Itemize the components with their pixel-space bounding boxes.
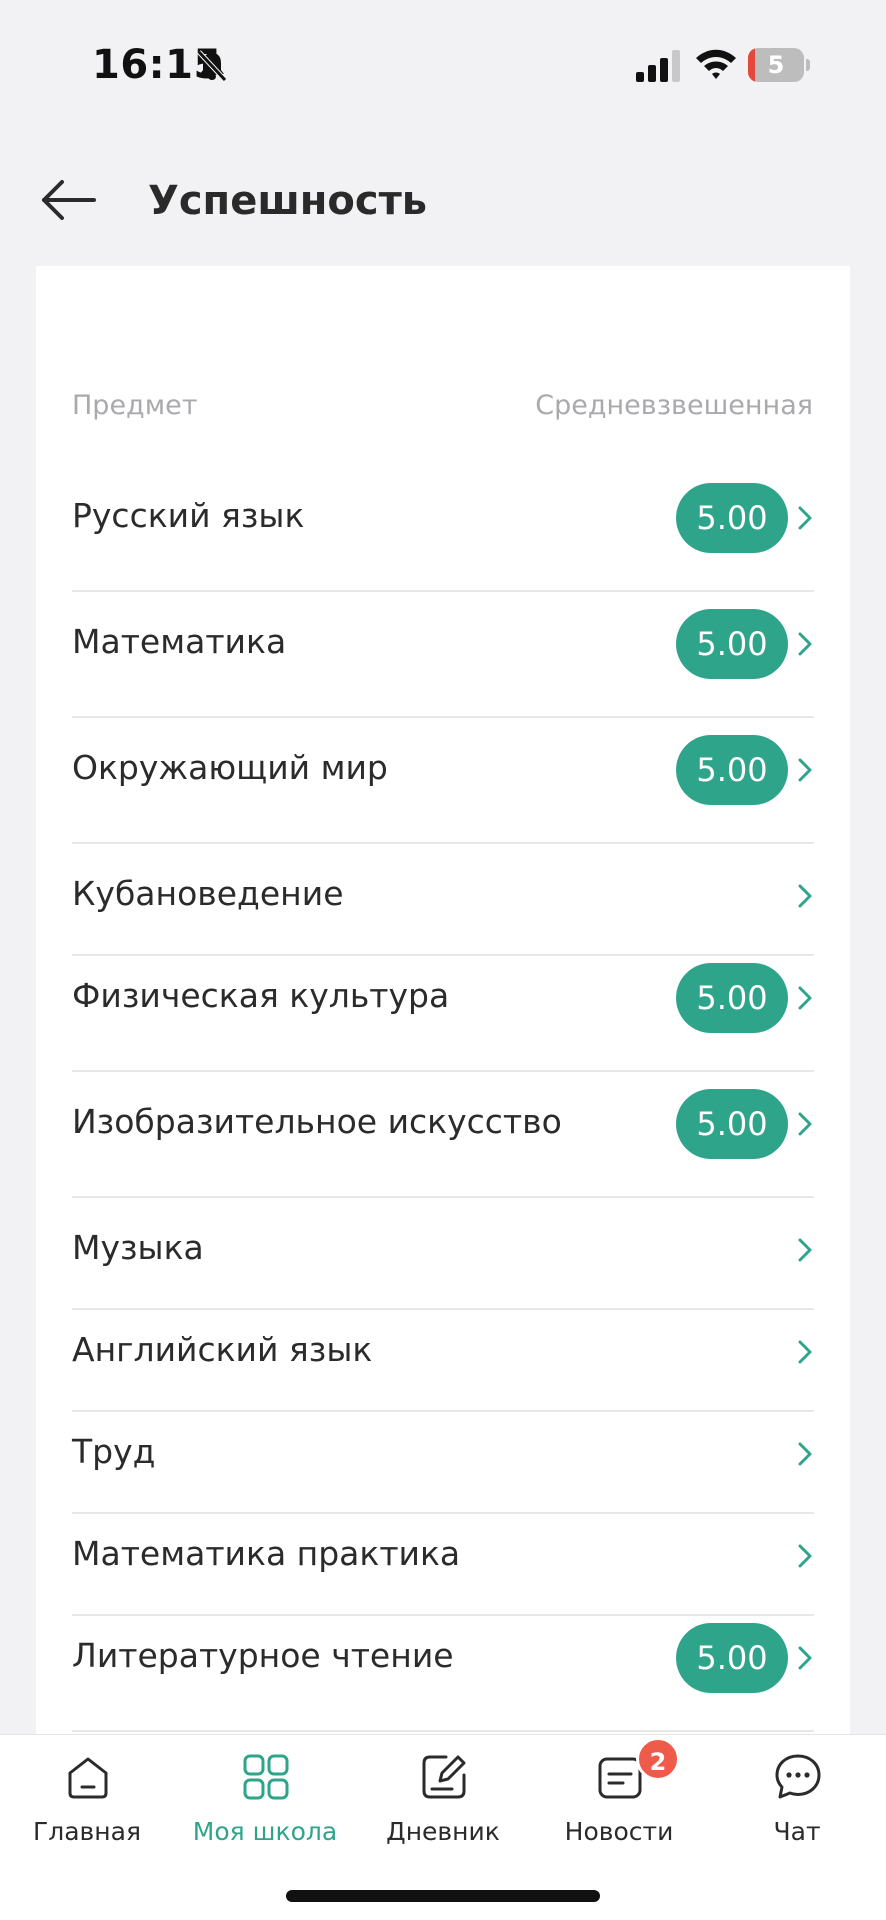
tab-label: Моя школа	[192, 1817, 338, 1846]
tab-home[interactable]: Главная	[2, 1735, 172, 1865]
home-indicator	[286, 1890, 600, 1902]
home-icon	[68, 1757, 108, 1799]
subject-name: Окружающий мир	[72, 748, 388, 787]
row-divider	[72, 1070, 814, 1072]
chevron-right-icon	[796, 631, 814, 657]
chevron-right-icon	[796, 1237, 814, 1263]
subject-name: Литературное чтение	[72, 1636, 454, 1675]
tab-diary[interactable]: Дневник	[358, 1735, 528, 1865]
row-divider	[72, 1730, 814, 1732]
subject-row[interactable]: Английский язык	[72, 1312, 814, 1412]
grade-badge: 5.00	[676, 963, 788, 1033]
subject-row[interactable]: Литературное чтение 5.00	[72, 1608, 814, 1732]
row-divider	[72, 842, 814, 844]
back-arrow-icon[interactable]	[38, 178, 98, 222]
column-average-header: Средневзвешенная	[535, 390, 813, 421]
chevron-right-icon	[796, 1111, 814, 1137]
grade-badge: 5.00	[676, 483, 788, 553]
tab-label: Главная	[33, 1817, 141, 1846]
subject-name: Физическая культура	[72, 976, 450, 1015]
row-divider	[72, 590, 814, 592]
subject-row[interactable]: Окружающий мир 5.00	[72, 720, 814, 844]
table-header: Предмет Средневзвешенная	[36, 390, 814, 430]
subject-name: Музыка	[72, 1228, 204, 1267]
chevron-right-icon	[796, 1645, 814, 1671]
chevron-right-icon	[796, 985, 814, 1011]
tab-grid[interactable]: Моя школа	[180, 1735, 350, 1865]
chevron-right-icon	[796, 1543, 814, 1569]
screen: 16:15 5 Успешность Предмет Средневзвешен…	[0, 0, 886, 1920]
row-divider	[72, 1308, 814, 1310]
subject-name: Математика	[72, 622, 287, 661]
grade-badge: 5.00	[676, 1089, 788, 1159]
subject-row[interactable]: Математика практика	[72, 1516, 814, 1616]
subject-row[interactable]: Физическая культура 5.00	[72, 948, 814, 1072]
tab-chat[interactable]: Чат	[712, 1735, 882, 1865]
signal-icon	[636, 50, 680, 82]
subject-name: Английский язык	[72, 1330, 373, 1369]
notification-badge: 2	[636, 1737, 680, 1781]
subject-name: Кубановедение	[72, 874, 344, 913]
tab-label: Новости	[564, 1817, 674, 1846]
row-divider	[72, 1196, 814, 1198]
subject-row[interactable]: Труд	[72, 1414, 814, 1514]
bell-off-icon	[197, 50, 227, 82]
row-divider	[72, 716, 814, 718]
chevron-right-icon	[796, 757, 814, 783]
subject-name: Математика практика	[72, 1534, 461, 1573]
wifi-icon	[696, 49, 736, 79]
subject-name: Русский язык	[72, 496, 305, 535]
column-subject-header: Предмет	[72, 390, 198, 421]
diary-icon	[422, 1755, 466, 1799]
chevron-right-icon	[796, 1339, 814, 1365]
tab-label: Дневник	[386, 1817, 500, 1846]
grade-badge: 5.00	[676, 1623, 788, 1693]
battery-icon: 5	[748, 48, 810, 82]
row-divider	[72, 1512, 814, 1514]
subject-row[interactable]: Математика 5.00	[72, 594, 814, 718]
grid-icon	[243, 1754, 289, 1800]
nav-header: Успешность	[0, 132, 886, 266]
subject-row[interactable]: Кубановедение	[72, 856, 814, 956]
battery-level: 5	[767, 51, 785, 79]
subject-name: Труд	[72, 1432, 156, 1471]
grade-badge: 5.00	[676, 609, 788, 679]
chevron-right-icon	[796, 1441, 814, 1467]
grade-badge: 5.00	[676, 735, 788, 805]
page-title: Успешность	[148, 178, 428, 224]
status-bar: 16:15 5	[0, 0, 886, 132]
subject-row[interactable]: Изобразительное искусство 5.00	[72, 1074, 814, 1198]
row-divider	[72, 1410, 814, 1412]
subject-row[interactable]: Русский язык 5.00	[72, 468, 814, 592]
chat-icon	[775, 1754, 821, 1799]
subject-name: Изобразительное искусство	[72, 1102, 562, 1141]
subject-row[interactable]: Музыка	[72, 1210, 814, 1310]
tab-news[interactable]: Новости 2	[534, 1735, 704, 1865]
tab-label: Чат	[773, 1817, 821, 1846]
chevron-right-icon	[796, 505, 814, 531]
chevron-right-icon	[796, 883, 814, 909]
